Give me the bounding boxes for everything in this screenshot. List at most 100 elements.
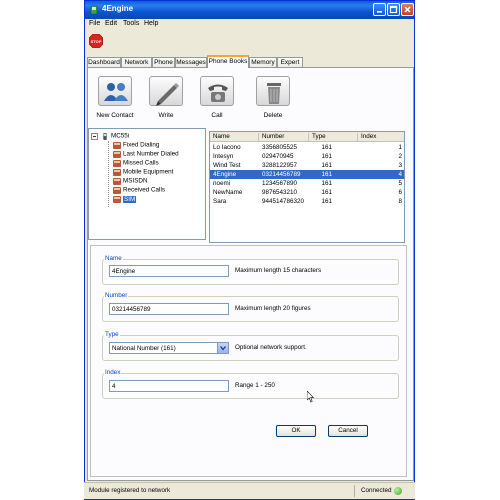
- stop-icon[interactable]: STOP: [89, 34, 103, 48]
- table-cell-index: 4: [398, 171, 402, 178]
- table-cell-name: Sara: [213, 198, 227, 205]
- tab-network[interactable]: Network: [121, 57, 152, 67]
- table-cell-type: 161: [321, 144, 332, 151]
- column-header-name[interactable]: Name: [213, 133, 230, 140]
- minimize-icon: [377, 11, 382, 13]
- table-cell-number: 3288122957: [262, 162, 298, 169]
- contacts-table[interactable]: Name Number Type Index Lo Iacono 33568055…: [209, 131, 405, 243]
- number-field[interactable]: 03214456789: [109, 303, 229, 315]
- index-label: Index: [104, 369, 122, 376]
- type-hint: Optional network support.: [235, 344, 307, 351]
- title-bar[interactable]: 4Engine: [85, 1, 414, 19]
- table-cell-name: Intesyn: [213, 153, 234, 160]
- number-label: Number: [104, 292, 129, 299]
- tree-root[interactable]: MC55i: [101, 132, 129, 141]
- table-cell-number: 1234567890: [262, 180, 298, 187]
- new-contact-button[interactable]: New Contact: [95, 76, 135, 119]
- minus-icon: [93, 136, 96, 137]
- minimize-button[interactable]: [373, 3, 386, 16]
- menu-tools[interactable]: Tools: [123, 20, 139, 27]
- table-row[interactable]: noemi 1234567890 161 5: [210, 179, 404, 188]
- table-cell-name: 4Engine: [213, 171, 237, 178]
- column-header-index[interactable]: Index: [361, 133, 376, 140]
- maximize-icon: [389, 5, 398, 14]
- column-header-type[interactable]: Type: [312, 133, 326, 140]
- tree-item-sim[interactable]: SIM: [113, 195, 137, 204]
- menu-help[interactable]: Help: [144, 20, 158, 27]
- table-row[interactable]: Intesyn 029470945 161 2: [210, 152, 404, 161]
- tree-item-mobile-equipment[interactable]: Mobile Equipment: [113, 168, 173, 177]
- window-title: 4Engine: [102, 4, 134, 13]
- phonebook-tree[interactable]: MC55i Fixed Dialing Last Number Dialed M…: [88, 128, 206, 240]
- delete-label: Delete: [263, 112, 283, 119]
- table-cell-index: 6: [398, 189, 402, 196]
- maximize-button[interactable]: [387, 3, 400, 16]
- menu-edit[interactable]: Edit: [105, 20, 117, 27]
- type-select[interactable]: National Number (161): [109, 342, 229, 354]
- table-cell-name: Wind Test: [213, 162, 241, 169]
- tab-phone-books[interactable]: Phone Books: [207, 55, 249, 68]
- table-row[interactable]: NewName 9876543210 161 6: [210, 188, 404, 197]
- phonebook-icon: [113, 186, 121, 194]
- table-row[interactable]: 4Engine 03214456789 161 4: [210, 170, 404, 179]
- column-divider[interactable]: [258, 133, 259, 141]
- contacts-icon: [98, 76, 132, 106]
- tree-collapse-toggle[interactable]: [91, 133, 98, 140]
- index-hint: Range 1 - 250: [235, 382, 275, 389]
- table-cell-type: 161: [321, 171, 332, 178]
- tree-root-label: MC55i: [111, 132, 130, 140]
- index-field[interactable]: 4: [109, 380, 229, 392]
- table-cell-name: noemi: [213, 180, 231, 187]
- phone-app-icon: [90, 5, 98, 15]
- column-divider[interactable]: [308, 133, 309, 141]
- write-button[interactable]: Write: [146, 76, 186, 119]
- table-row[interactable]: Wind Test 3288122957 161 3: [210, 161, 404, 170]
- tree-item-msisdn[interactable]: MSISDN: [113, 177, 148, 186]
- tab-strip: Dashboard Network Phone Messages Phone B…: [87, 55, 414, 68]
- telephone-icon: [200, 76, 234, 106]
- delete-button[interactable]: Delete: [253, 76, 293, 119]
- phonebook-icon: [113, 150, 121, 158]
- close-icon: [404, 6, 411, 13]
- column-divider[interactable]: [357, 133, 358, 141]
- tab-messages[interactable]: Messages: [175, 57, 207, 67]
- dropdown-button[interactable]: [217, 343, 228, 353]
- table-row[interactable]: Sara 944514786320 161 8: [210, 197, 404, 206]
- tree-item-received-calls[interactable]: Received Calls: [113, 186, 165, 195]
- tree-connector-line: [108, 141, 109, 207]
- number-hint: Maximum length 20 figures: [235, 305, 311, 312]
- tree-item-last-number-dialed[interactable]: Last Number Dialed: [113, 150, 179, 159]
- connection-status: Connected: [361, 487, 392, 494]
- phonebook-icon: [113, 177, 121, 185]
- table-cell-number: 03214456789: [262, 171, 301, 178]
- tab-memory[interactable]: Memory: [249, 57, 277, 67]
- chevron-down-icon: [220, 346, 226, 351]
- table-cell-number: 3356805525: [262, 144, 298, 151]
- table-cell-number: 944514786320: [262, 198, 305, 205]
- tab-dashboard[interactable]: Dashboard: [87, 57, 121, 67]
- cancel-button[interactable]: Cancel: [328, 425, 368, 437]
- tree-item-missed-calls[interactable]: Missed Calls: [113, 159, 159, 168]
- tab-expert[interactable]: Expert: [277, 57, 303, 67]
- table-cell-number: 9876543210: [262, 189, 298, 196]
- tab-phone[interactable]: Phone: [152, 57, 175, 67]
- call-button[interactable]: Call: [197, 76, 237, 119]
- type-select-value: National Number (161): [112, 345, 176, 352]
- connected-indicator-icon: [394, 487, 402, 495]
- ok-button[interactable]: OK: [276, 425, 316, 437]
- phonebook-icon: [113, 159, 121, 167]
- table-cell-index: 1: [398, 144, 402, 151]
- new-contact-label: New Contact: [96, 112, 134, 119]
- tree-item-fixed-dialing[interactable]: Fixed Dialing: [113, 141, 159, 150]
- table-row[interactable]: Lo Iacono 3356805525 161 1: [210, 143, 404, 152]
- table-cell-name: NewName: [213, 189, 243, 196]
- phonebook-icon: [113, 141, 121, 149]
- name-hint: Maximum length 15 characters: [235, 267, 322, 274]
- menu-file[interactable]: File: [89, 20, 100, 27]
- close-button[interactable]: [401, 3, 414, 16]
- status-message: Module registered to network: [89, 487, 171, 494]
- menu-bar: File Edit Tools Help: [85, 19, 414, 29]
- table-cell-number: 029470945: [262, 153, 294, 160]
- name-field[interactable]: 4Engine: [109, 265, 229, 277]
- column-header-number[interactable]: Number: [262, 133, 284, 140]
